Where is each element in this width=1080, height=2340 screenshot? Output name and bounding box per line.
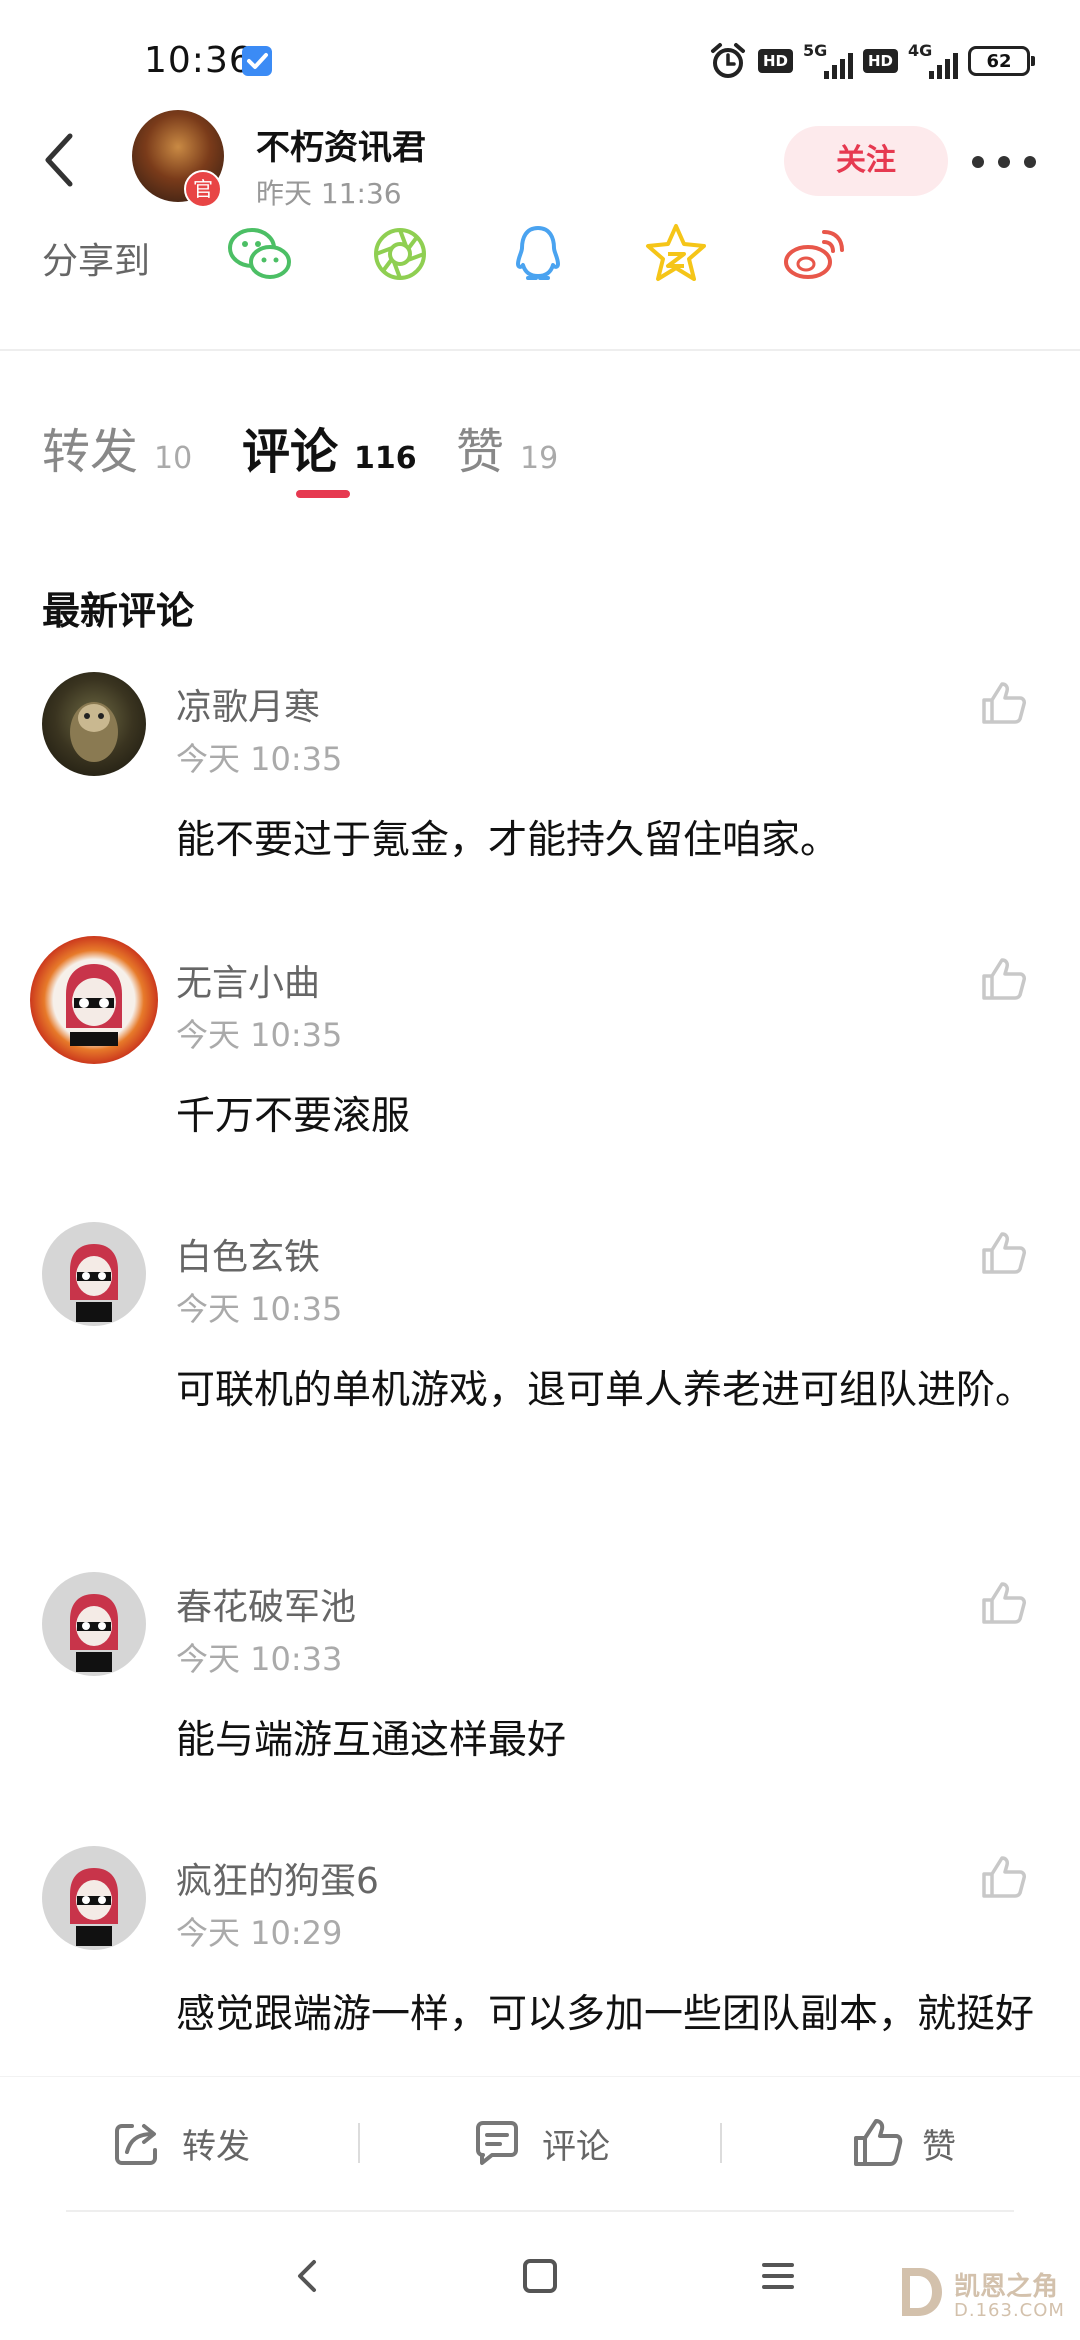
weibo-icon[interactable] bbox=[780, 222, 844, 286]
thumbs-up-icon bbox=[982, 682, 1026, 724]
repost-label: 转发 bbox=[182, 2126, 250, 2167]
watermark-title: 凯恩之角 bbox=[954, 2272, 1059, 2302]
repost-icon bbox=[115, 2124, 157, 2165]
battery-icon: 62 bbox=[968, 46, 1035, 76]
tab-repost-label: 转发 bbox=[42, 424, 139, 480]
commenter-avatar[interactable] bbox=[42, 1222, 146, 1326]
bottom-action-bar: 转发 评论 赞 bbox=[0, 2076, 1080, 2209]
signal-4g-icon: 4G bbox=[908, 41, 958, 81]
share-label: 分享到 bbox=[42, 241, 151, 282]
official-badge: 官 bbox=[184, 170, 222, 208]
nav-menu-icon bbox=[762, 2263, 794, 2289]
comment-text: 感觉跟端游一样，可以多加一些团队副本，就挺好 bbox=[176, 1992, 1035, 2037]
commenter-name[interactable]: 疯狂的狗蛋6 bbox=[176, 1852, 379, 1904]
like-button[interactable] bbox=[978, 678, 1028, 728]
like-button[interactable] bbox=[978, 1578, 1028, 1628]
commenter-name[interactable]: 无言小曲 bbox=[176, 954, 320, 1006]
chevron-left-icon bbox=[45, 133, 73, 187]
hd-badge-2: HD bbox=[862, 49, 898, 73]
thumbs-up-icon bbox=[982, 1856, 1026, 1898]
status-bar: 10:36 HD 5G HD 4G 62 bbox=[0, 0, 1080, 120]
comment-time: 今天 10:33 bbox=[176, 1640, 343, 1678]
tab-repost-count: 10 bbox=[154, 441, 193, 476]
qzone-icon[interactable] bbox=[644, 222, 708, 286]
commenter-avatar[interactable] bbox=[30, 936, 158, 1064]
comment-icon bbox=[476, 2121, 518, 2165]
moments-icon[interactable] bbox=[368, 222, 432, 286]
comment-text: 千万不要滚服 bbox=[176, 1094, 411, 1139]
nav-home-icon bbox=[523, 2259, 557, 2293]
like-post-button[interactable]: 赞 bbox=[850, 2077, 956, 2209]
signal-5g-icon: 5G bbox=[803, 41, 853, 81]
comment-time: 今天 10:35 bbox=[176, 740, 343, 778]
hd-badge: HD bbox=[757, 49, 793, 73]
nav-back-icon bbox=[298, 2260, 316, 2292]
nav-back-button[interactable] bbox=[278, 2246, 338, 2306]
commenter-avatar[interactable] bbox=[42, 672, 146, 776]
commenter-avatar[interactable] bbox=[42, 1846, 146, 1950]
comment-button[interactable]: 评论 bbox=[470, 2077, 610, 2209]
thumbs-up-icon bbox=[854, 2119, 903, 2166]
like-button[interactable] bbox=[978, 954, 1028, 1004]
action-separator bbox=[720, 2123, 722, 2163]
tab-comments[interactable]: 评论 116 bbox=[242, 412, 417, 482]
comment-time: 今天 10:35 bbox=[176, 1016, 343, 1054]
like-button[interactable] bbox=[978, 1228, 1028, 1278]
comment-time: 今天 10:29 bbox=[176, 1914, 343, 1952]
section-title: 最新评论 bbox=[42, 589, 195, 633]
active-tab-indicator bbox=[296, 490, 350, 498]
site-watermark: 凯恩之角 D.163.COM bbox=[884, 2252, 1074, 2332]
comment-text: 能与端游互通这样最好 bbox=[176, 1718, 567, 1763]
tab-comments-count: 116 bbox=[354, 441, 417, 476]
like-button[interactable] bbox=[978, 1852, 1028, 1902]
comment-label: 评论 bbox=[542, 2126, 610, 2167]
tab-repost[interactable]: 转发 10 bbox=[42, 412, 192, 482]
qq-icon[interactable] bbox=[506, 222, 570, 286]
thumbs-up-icon bbox=[982, 1232, 1026, 1274]
commenter-name[interactable]: 春花破军池 bbox=[176, 1578, 356, 1630]
comment-text: 能不要过于氪金，才能持久留住咱家。 bbox=[176, 818, 840, 863]
repost-button[interactable]: 转发 bbox=[110, 2077, 250, 2209]
more-options-button[interactable] bbox=[972, 140, 1036, 184]
tab-likes-count: 19 bbox=[520, 441, 559, 476]
author-name[interactable]: 不朽资讯君 bbox=[256, 120, 426, 169]
watermark-logo-icon bbox=[902, 2268, 942, 2316]
alarm-icon bbox=[710, 43, 745, 78]
commenter-name[interactable]: 白色玄铁 bbox=[176, 1228, 320, 1280]
thumbs-up-icon bbox=[982, 1582, 1026, 1624]
watermark-sub: D.163.COM bbox=[954, 2300, 1065, 2321]
back-button[interactable] bbox=[36, 130, 86, 190]
status-indicators: HD 5G HD 4G 62 bbox=[708, 36, 1035, 86]
commenter-avatar[interactable] bbox=[42, 1572, 146, 1676]
thumbs-up-icon bbox=[982, 958, 1026, 1000]
nav-menu-button[interactable] bbox=[748, 2246, 808, 2306]
wechat-icon[interactable] bbox=[226, 222, 291, 286]
commenter-name[interactable]: 凉歌月寒 bbox=[176, 678, 320, 730]
status-time: 10:36 bbox=[144, 40, 253, 81]
comment-text: 可联机的单机游戏，退可单人养老进可组队进阶。 bbox=[176, 1368, 1035, 1413]
tab-likes-label: 赞 bbox=[456, 424, 505, 480]
like-label: 赞 bbox=[922, 2126, 956, 2167]
comment-time: 今天 10:35 bbox=[176, 1290, 343, 1328]
post-time: 昨天 11:36 bbox=[256, 177, 402, 210]
follow-button[interactable]: 关注 bbox=[784, 126, 948, 196]
checkmark-app-icon bbox=[242, 46, 272, 76]
action-separator bbox=[358, 2123, 360, 2163]
header-divider bbox=[0, 349, 1080, 351]
tab-likes[interactable]: 赞 19 bbox=[456, 412, 558, 482]
nav-home-button[interactable] bbox=[510, 2246, 570, 2306]
tab-comments-label: 评论 bbox=[242, 424, 339, 480]
